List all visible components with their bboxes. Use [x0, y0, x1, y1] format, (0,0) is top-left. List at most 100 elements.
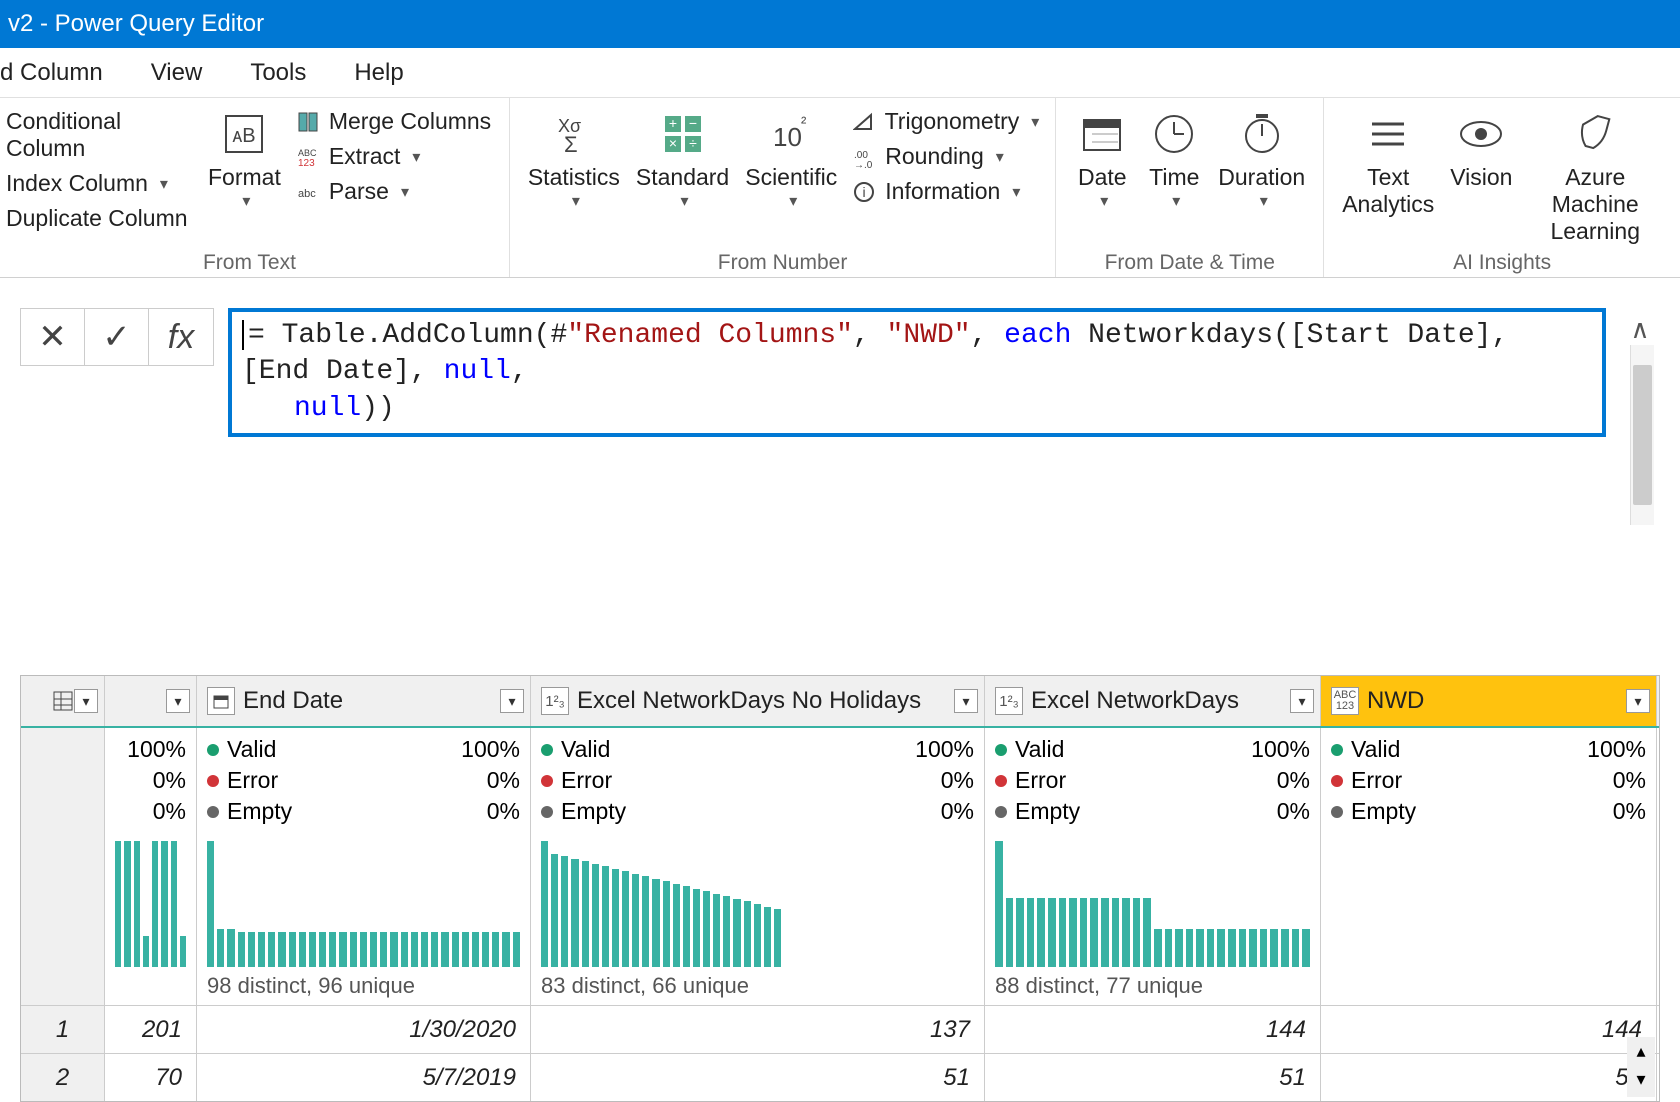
standard-button[interactable]: +−×÷ Standard▾ [628, 104, 737, 213]
cancel-formula-button[interactable]: ✕ [21, 309, 85, 365]
svg-text:×: × [668, 135, 676, 151]
chevron-down-icon: ▾ [412, 147, 420, 167]
column-header-networkdays[interactable]: 1²₃ Excel NetworkDays ▾ [985, 676, 1321, 726]
duration-icon [1234, 106, 1290, 162]
chevron-down-icon: ▾ [1100, 191, 1108, 211]
dist-nwd-new [1321, 833, 1657, 1005]
svg-text:²: ² [801, 115, 807, 132]
row-index: 2 [21, 1054, 105, 1101]
trigonometry-icon [851, 109, 876, 135]
cell: 51 [985, 1054, 1321, 1101]
svg-text:÷: ÷ [689, 135, 697, 151]
tab-add-column[interactable]: d Column [0, 59, 103, 87]
extract-button[interactable]: ABC123 Extract▾ [289, 139, 499, 174]
cell: 51 [1321, 1054, 1657, 1101]
window-titlebar: v2 - Power Query Editor [0, 0, 1680, 48]
vertical-scrollbar[interactable]: ▴ ▾ [1627, 1037, 1655, 1097]
date-button[interactable]: Date▾ [1066, 104, 1138, 213]
time-button[interactable]: Time▾ [1138, 104, 1210, 213]
tab-tools[interactable]: Tools [250, 59, 306, 87]
statistics-icon: XσΣ [546, 106, 602, 162]
column-header-nwd[interactable]: ABC123 NWD ▾ [1321, 676, 1657, 726]
rounding-button[interactable]: .00→.0 Rounding▾ [845, 139, 1045, 174]
information-button[interactable]: i Information▾ [845, 174, 1045, 209]
ribbon: Conditional Column Index Column▾ Duplica… [0, 98, 1680, 278]
chevron-down-icon: ▾ [1031, 112, 1039, 132]
dist-nwd: 88 distinct, 77 unique [985, 833, 1321, 1005]
conditional-column-button[interactable]: Conditional Column [0, 104, 200, 166]
scroll-up-icon[interactable]: ▴ [1627, 1037, 1655, 1065]
trigonometry-button[interactable]: Trigonometry▾ [845, 104, 1045, 139]
vision-button[interactable]: Vision [1442, 104, 1520, 193]
column-header-hidden[interactable]: ▾ [105, 676, 197, 726]
chevron-down-icon: ▾ [681, 191, 689, 211]
commit-formula-button[interactable]: ✓ [85, 309, 149, 365]
quality-nwd-no-holidays: Valid100% Error0% Empty0% [531, 728, 985, 833]
azure-ml-button[interactable]: Azure Machine Learning [1520, 104, 1670, 247]
text-analytics-button[interactable]: Text Analytics [1334, 104, 1442, 220]
duplicate-column-button[interactable]: Duplicate Column [0, 201, 200, 236]
index-column-dropdown[interactable]: ▾ [74, 689, 98, 713]
information-icon: i [851, 179, 877, 205]
rounding-icon: .00→.0 [851, 144, 877, 170]
chevron-up-icon: ∧ [1630, 314, 1649, 345]
parse-button[interactable]: abc Parse▾ [289, 174, 499, 209]
formula-expand-button[interactable]: ∧ [1620, 308, 1660, 345]
cell: 51 [531, 1054, 985, 1101]
scroll-down-icon[interactable]: ▾ [1627, 1065, 1655, 1093]
column-filter-dropdown[interactable]: ▾ [1626, 689, 1650, 713]
formula-input[interactable]: = Table.AddColumn(#"Renamed Columns", "N… [228, 308, 1606, 437]
ribbon-group-from-text: From Text [0, 247, 499, 275]
column-filter-dropdown[interactable]: ▾ [1290, 689, 1314, 713]
index-column-button[interactable]: Index Column▾ [0, 166, 200, 201]
format-icon: ᴀB [216, 106, 272, 162]
standard-icon: +−×÷ [655, 106, 711, 162]
table-row[interactable]: 12011/30/2020137144144 [21, 1005, 1659, 1053]
svg-text:−: − [688, 115, 696, 131]
column-filter-dropdown[interactable]: ▾ [954, 689, 978, 713]
date-icon [1074, 106, 1130, 162]
column-header-end-date[interactable]: End Date ▾ [197, 676, 531, 726]
duration-button[interactable]: Duration▾ [1210, 104, 1313, 213]
dist-end-date: 98 distinct, 96 unique [197, 833, 531, 1005]
chevron-down-icon: ▾ [1172, 191, 1180, 211]
text-analytics-icon [1360, 106, 1416, 162]
svg-text:ABC: ABC [298, 148, 317, 158]
chevron-down-icon: ▾ [996, 147, 1004, 167]
dist-c1 [105, 833, 197, 1005]
ribbon-group-ai-insights: AI Insights [1334, 247, 1670, 275]
row-index: 1 [21, 1006, 105, 1053]
row-index-header[interactable]: ▾ [21, 676, 105, 726]
table-row[interactable]: 2705/7/2019515151 [21, 1053, 1659, 1101]
scientific-icon: 10² [763, 106, 819, 162]
fx-button[interactable]: fx [149, 309, 213, 365]
scientific-button[interactable]: 10² Scientific▾ [737, 104, 845, 213]
column-quality-row: 100% 0% 0% Valid100% Error0% Empty0% Val… [21, 728, 1659, 833]
formula-controls: ✕ ✓ fx [20, 308, 214, 366]
formula-scrollbar[interactable] [1630, 345, 1654, 525]
parse-icon: abc [295, 179, 321, 205]
cell: 137 [531, 1006, 985, 1053]
svg-text:Σ: Σ [564, 132, 578, 157]
cell: 144 [1321, 1006, 1657, 1053]
merge-icon [295, 109, 321, 135]
svg-text:10: 10 [773, 122, 802, 152]
ribbon-group-from-number: From Number [520, 247, 1045, 275]
tab-help[interactable]: Help [354, 59, 403, 87]
table-header: ▾ ▾ End Date ▾ 1²₃ Excel NetworkDays No … [21, 676, 1659, 728]
check-icon: ✓ [102, 317, 131, 357]
azure-ml-icon [1567, 106, 1623, 162]
tab-view[interactable]: View [151, 59, 203, 87]
svg-text:123: 123 [298, 158, 315, 168]
chevron-down-icon: ▾ [572, 191, 580, 211]
chevron-down-icon: ▾ [789, 191, 797, 211]
statistics-button[interactable]: XσΣ Statistics▾ [520, 104, 628, 213]
merge-columns-button[interactable]: Merge Columns [289, 104, 499, 139]
data-preview-table: ▾ ▾ End Date ▾ 1²₃ Excel NetworkDays No … [20, 675, 1660, 1102]
column-header-networkdays-no-holidays[interactable]: 1²₃ Excel NetworkDays No Holidays ▾ [531, 676, 985, 726]
column-filter-dropdown[interactable]: ▾ [166, 689, 190, 713]
column-filter-dropdown[interactable]: ▾ [500, 689, 524, 713]
format-button[interactable]: ᴀB Format▾ [200, 104, 289, 213]
cell: 5/7/2019 [197, 1054, 531, 1101]
chevron-down-icon: ▾ [1012, 182, 1020, 202]
